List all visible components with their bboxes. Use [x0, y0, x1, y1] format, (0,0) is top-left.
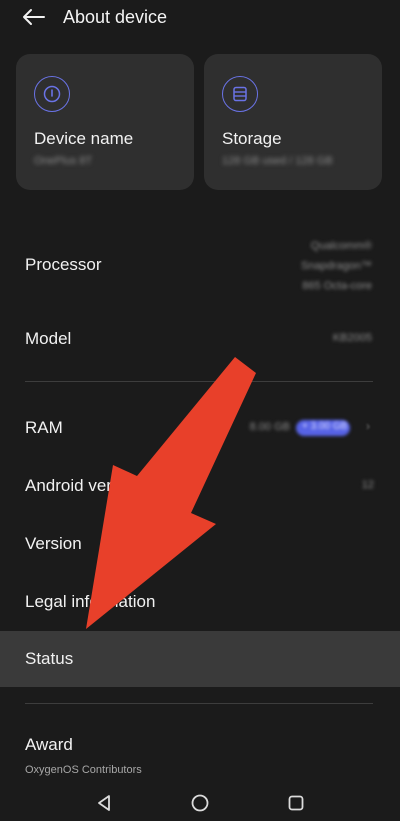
processor-value-line-2: Snapdragon™ — [301, 260, 372, 272]
processor-row[interactable]: Processor Qualcomm® Snapdragon™ 865 Octa… — [0, 228, 400, 300]
storage-icon — [222, 76, 258, 112]
android-version-value: 12 — [361, 479, 374, 491]
legal-information-label: Legal information — [25, 592, 156, 611]
status-row[interactable]: Status — [0, 631, 400, 687]
processor-value-line-1: Qualcomm® — [310, 240, 372, 252]
version-row[interactable]: Version — [0, 524, 400, 566]
chevron-right-icon: › — [366, 419, 370, 433]
android-version-label: Android version — [25, 476, 144, 495]
processor-label: Processor — [25, 255, 102, 274]
about-device-screen: About device Device name OnePlus 8T Stor… — [0, 0, 400, 821]
version-label: Version — [25, 534, 82, 553]
processor-value: Qualcomm® Snapdragon™ 865 Octa-core — [301, 236, 372, 296]
status-label: Status — [25, 649, 74, 668]
info-icon — [34, 76, 70, 112]
legal-information-row[interactable]: Legal information — [0, 582, 400, 624]
ram-expansion-badge-text: + 3.00 GB — [302, 421, 348, 432]
model-row[interactable]: Model KB2005 — [0, 318, 400, 360]
processor-value-line-3: 865 Octa-core — [302, 280, 372, 292]
top-app-bar: About device — [0, 0, 400, 40]
back-arrow-icon[interactable] — [20, 4, 48, 30]
page-title: About device — [63, 7, 168, 27]
nav-back-icon[interactable] — [92, 791, 116, 815]
nav-home-icon[interactable] — [188, 791, 212, 815]
award-subtitle: OxygenOS Contributors — [25, 764, 142, 776]
device-name-value: OnePlus 8T — [34, 155, 93, 167]
storage-title: Storage — [222, 129, 282, 148]
storage-card[interactable]: Storage 128 GB used / 128 GB — [204, 54, 382, 190]
device-name-card[interactable]: Device name OnePlus 8T — [16, 54, 194, 190]
model-value: KB2005 — [332, 332, 372, 344]
device-name-title: Device name — [34, 129, 134, 148]
section-divider-2 — [25, 703, 373, 704]
ram-label: RAM — [25, 418, 63, 437]
system-navigation-bar — [0, 785, 400, 821]
model-label: Model — [25, 329, 72, 348]
section-divider — [25, 381, 373, 382]
nav-recents-icon[interactable] — [284, 791, 308, 815]
storage-value: 128 GB used / 128 GB — [222, 155, 333, 167]
award-label: Award — [25, 735, 73, 754]
android-version-row[interactable]: Android version 12 — [0, 466, 400, 508]
ram-value: 8.00 GB — [249, 421, 290, 433]
